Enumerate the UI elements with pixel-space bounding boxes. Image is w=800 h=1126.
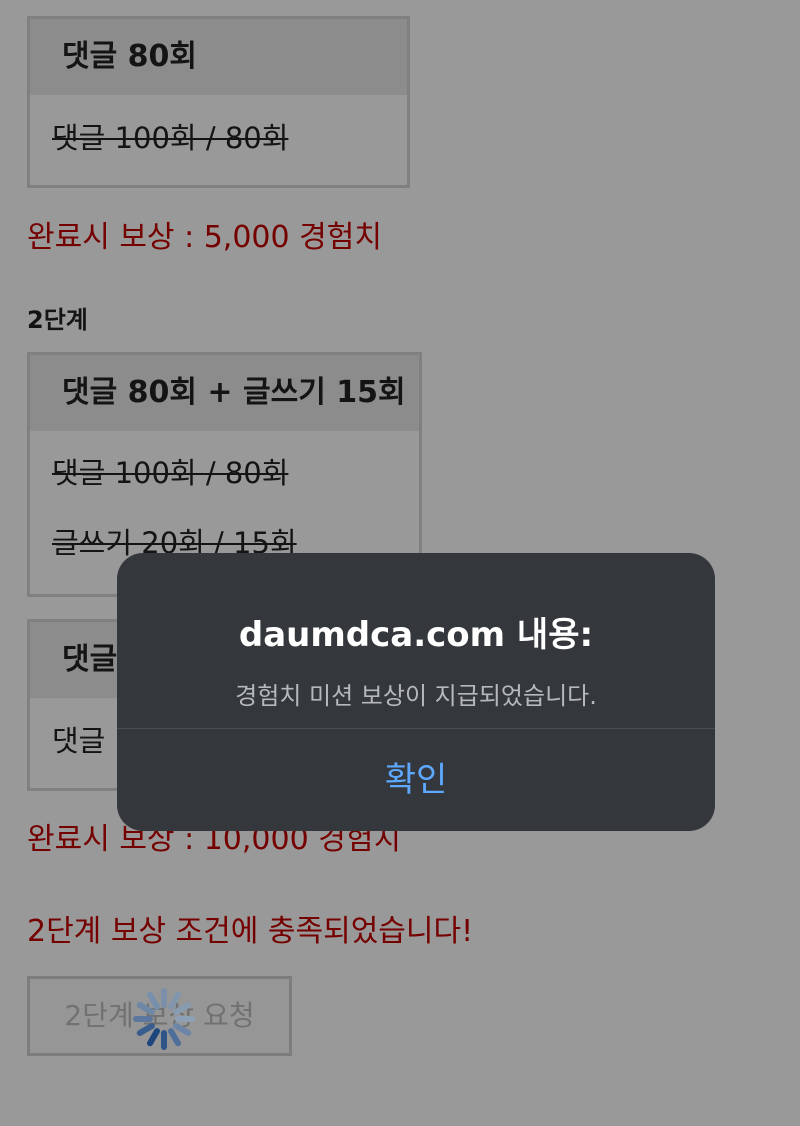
alert-title: daumdca.com 내용: <box>238 615 594 655</box>
alert-message: 경험치 미션 보상이 지급되었습니다. <box>235 682 597 710</box>
spinner-icon <box>133 988 195 1050</box>
confirm-button[interactable]: 확인 <box>117 729 715 831</box>
alert-dialog: daumdca.com 내용: 경험치 미션 보상이 지급되었습니다. 확인 <box>117 553 715 831</box>
